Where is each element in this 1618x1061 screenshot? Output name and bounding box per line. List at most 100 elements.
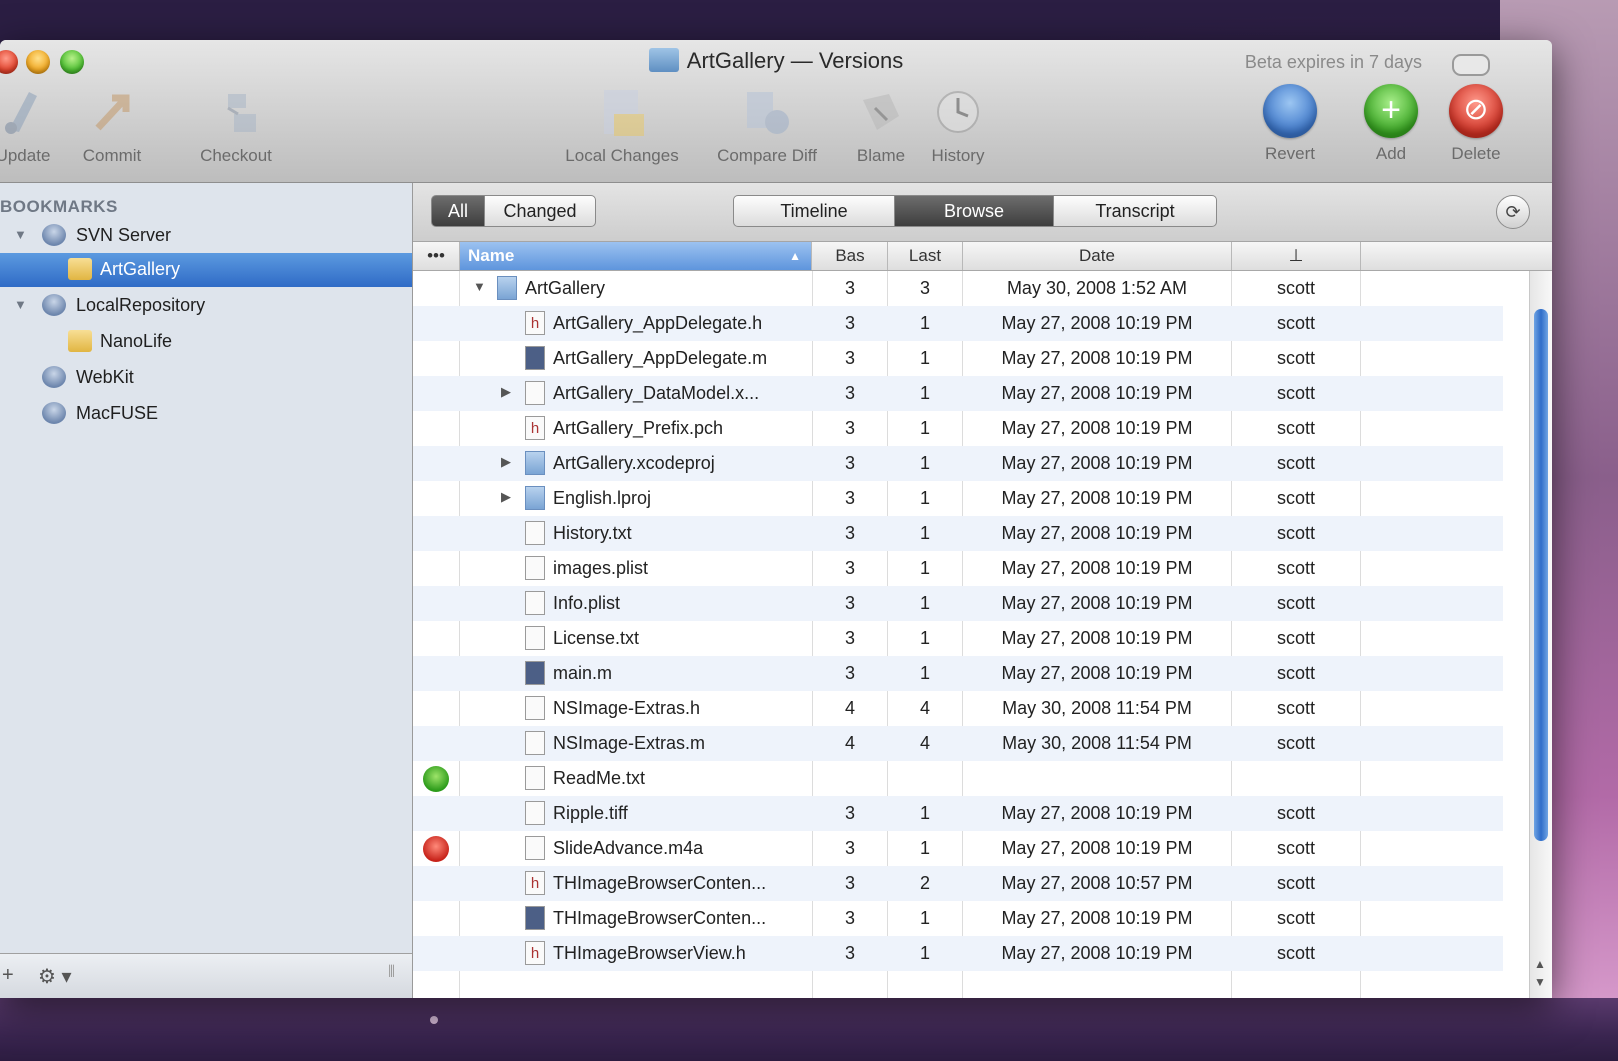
- last-column-header[interactable]: Last: [888, 242, 963, 270]
- table-row[interactable]: ▶ ArtGallery.xcodeproj 3 1 May 27, 2008 10:1…: [413, 446, 1503, 481]
- modified-date: May 27, 2008 10:19 PM: [1001, 418, 1193, 438]
- source-file-icon: [525, 906, 545, 930]
- document-icon: [525, 696, 545, 720]
- history-button[interactable]: History: [918, 84, 998, 166]
- commit-button[interactable]: Commit: [74, 84, 150, 166]
- author-name: scott: [1276, 908, 1315, 928]
- compare-diff-button[interactable]: Compare Diff: [702, 84, 832, 166]
- table-row[interactable]: h ArtGallery_Prefix.pch 3 1 May 27, 2008 10:…: [413, 411, 1503, 446]
- refresh-icon[interactable]: ⟳: [1496, 195, 1530, 229]
- last-revision: 4: [919, 698, 930, 718]
- modified-date: May 27, 2008 10:19 PM: [1001, 383, 1193, 403]
- bas-revision: 3: [844, 278, 855, 298]
- sidebar-item-nanolife[interactable]: NanoLife: [0, 325, 412, 359]
- bas-revision: 3: [844, 593, 855, 613]
- sidebar-item-macfuse[interactable]: MacFUSE: [0, 397, 412, 431]
- revert-button[interactable]: Revert: [1250, 84, 1330, 164]
- table-row[interactable]: ▶ English.lproj 3 1 May 27, 2008 10:19 PM sco…: [413, 481, 1503, 516]
- vertical-scrollbar[interactable]: ▲ ▼: [1529, 271, 1552, 998]
- table-row[interactable]: h THImageBrowserConten... 3 2 May 27, 2008 1…: [413, 866, 1503, 901]
- bas-revision: 4: [844, 733, 855, 753]
- add-bookmark-button[interactable]: +: [2, 964, 14, 987]
- author-name: scott: [1276, 278, 1315, 298]
- table-row[interactable]: ▼ ArtGallery 3 3 May 30, 2008 1:52 AM scott: [413, 271, 1503, 306]
- file-name: main.m: [553, 663, 613, 683]
- last-revision: 1: [919, 593, 930, 613]
- sidebar: BOOKMARKS ▼ SVN Server ArtGallery ▼ Loca…: [0, 183, 413, 998]
- file-name: English.lproj: [553, 488, 652, 508]
- delete-button[interactable]: ⊘ Delete: [1436, 84, 1516, 164]
- toolbar-toggle-button[interactable]: [1452, 54, 1490, 76]
- table-row[interactable]: ArtGallery_AppDelegate.m 3 1 May 27, 2008 1…: [413, 341, 1503, 376]
- checkout-button[interactable]: Checkout: [188, 84, 284, 166]
- disclosure-right-icon[interactable]: ▶: [501, 384, 511, 400]
- sidebar-item-artgallery[interactable]: ArtGallery: [0, 253, 412, 287]
- disclosure-right-icon[interactable]: ▶: [501, 454, 511, 470]
- disclosure-down-icon[interactable]: ▼: [14, 227, 27, 242]
- tab-timeline[interactable]: Timeline: [733, 195, 895, 227]
- gear-menu-button[interactable]: ⚙ ▾: [38, 964, 72, 989]
- file-name: ArtGallery_DataModel.x...: [553, 383, 760, 403]
- table-row[interactable]: h THImageBrowserView.h 3 1 May 27, 2008 10:1…: [413, 936, 1503, 971]
- tab-transcript[interactable]: Transcript: [1053, 195, 1217, 227]
- blame-button[interactable]: Blame: [846, 84, 916, 166]
- folder-icon: [525, 486, 545, 510]
- table-row[interactable]: Info.plist 3 1 May 27, 2008 10:19 PM scott: [413, 586, 1503, 621]
- table-row[interactable]: main.m 3 1 May 27, 2008 10:19 PM scott: [413, 656, 1503, 691]
- last-revision: 1: [919, 348, 930, 368]
- author-column-header[interactable]: ⊥: [1232, 242, 1361, 270]
- author-name: scott: [1276, 698, 1315, 718]
- table-row[interactable]: NSImage-Extras.m 4 4 May 30, 2008 11:54 PM s…: [413, 726, 1503, 761]
- filter-all-button[interactable]: All: [431, 195, 485, 227]
- bas-revision: 3: [844, 558, 855, 578]
- table-row[interactable]: THImageBrowserConten... 3 1 May 27, 2008 10…: [413, 901, 1503, 936]
- author-name: scott: [1276, 873, 1315, 893]
- date-column-header[interactable]: Date: [963, 242, 1232, 270]
- local-changes-button[interactable]: Local Changes: [552, 84, 692, 166]
- bas-revision: 4: [844, 698, 855, 718]
- last-revision: 1: [919, 383, 930, 403]
- update-button[interactable]: Update: [0, 84, 60, 166]
- status-column-header[interactable]: •••: [413, 242, 460, 270]
- bas-column-header[interactable]: Bas: [813, 242, 888, 270]
- last-revision: 1: [919, 628, 930, 648]
- sidebar-item-svn-server[interactable]: ▼ SVN Server: [0, 219, 412, 253]
- document-icon: [525, 731, 545, 755]
- scrollbar-thumb[interactable]: [1534, 309, 1548, 841]
- file-name: License.txt: [553, 628, 640, 648]
- add-button[interactable]: + Add: [1356, 84, 1426, 164]
- author-name: scott: [1276, 803, 1315, 823]
- author-name: scott: [1276, 838, 1315, 858]
- modified-date: May 27, 2008 10:19 PM: [1001, 838, 1193, 858]
- disclosure-down-icon[interactable]: ▼: [473, 279, 486, 294]
- modified-date: May 27, 2008 10:19 PM: [1001, 523, 1193, 543]
- tab-browse[interactable]: Browse: [894, 195, 1054, 227]
- sidebar-item-webkit[interactable]: WebKit: [0, 361, 412, 395]
- file-name: THImageBrowserConten...: [553, 873, 767, 893]
- table-row[interactable]: h ArtGallery_AppDelegate.h 3 1 May 27, 2008 …: [413, 306, 1503, 341]
- table-row[interactable]: images.plist 3 1 May 27, 2008 10:19 PM scott: [413, 551, 1503, 586]
- name-column-header[interactable]: Name ▲: [460, 242, 812, 270]
- table-row[interactable]: NSImage-Extras.h 4 4 May 30, 2008 11:54 PM s…: [413, 691, 1503, 726]
- file-name: NSImage-Extras.h: [553, 698, 701, 718]
- sidebar-item-localrepository[interactable]: ▼ LocalRepository: [0, 289, 412, 323]
- table-row[interactable]: License.txt 3 1 May 27, 2008 10:19 PM scott: [413, 621, 1503, 656]
- resize-handle[interactable]: ⦀: [388, 964, 395, 982]
- table-row[interactable]: ▶ ArtGallery_DataModel.x... 3 1 May 27, 2008…: [413, 376, 1503, 411]
- scroll-down-arrow[interactable]: ▼: [1534, 975, 1546, 989]
- disclosure-right-icon[interactable]: ▶: [501, 489, 511, 505]
- versions-window: ArtGallery — Versions Beta expires in 7 …: [0, 40, 1552, 998]
- author-name: scott: [1276, 523, 1315, 543]
- filter-changed-button[interactable]: Changed: [484, 195, 596, 227]
- modified-date: May 27, 2008 10:19 PM: [1001, 453, 1193, 473]
- table-row[interactable]: History.txt 3 1 May 27, 2008 10:19 PM scott: [413, 516, 1503, 551]
- disclosure-down-icon[interactable]: ▼: [14, 297, 27, 312]
- last-revision: 1: [919, 453, 930, 473]
- scroll-up-arrow[interactable]: ▲: [1534, 957, 1546, 971]
- author-name: scott: [1276, 628, 1315, 648]
- table-row[interactable]: SlideAdvance.m4a 3 1 May 27, 2008 10:19 PM s…: [413, 831, 1503, 866]
- blame-icon: [853, 84, 909, 140]
- table-row[interactable]: ReadMe.txt: [413, 761, 1503, 796]
- folder-icon: [525, 451, 545, 475]
- table-row[interactable]: Ripple.tiff 3 1 May 27, 2008 10:19 PM scott: [413, 796, 1503, 831]
